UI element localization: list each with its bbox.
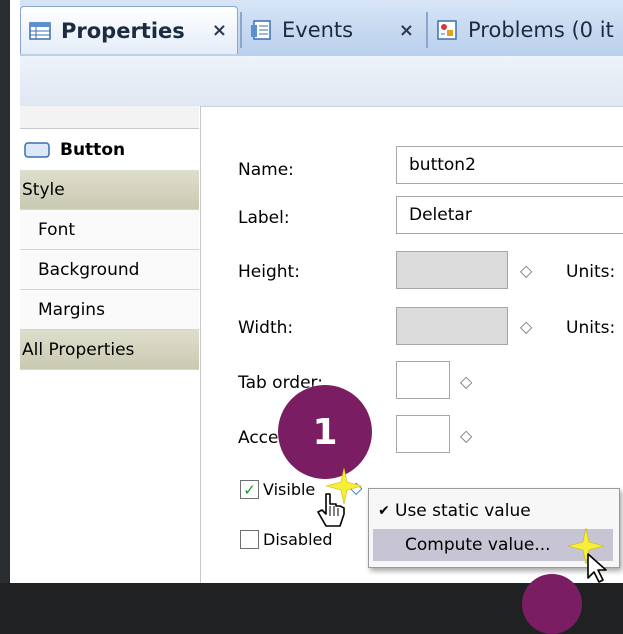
menu-item-label: Compute value... [405,535,551,555]
label-label: Label: [238,208,290,228]
height-label: Height: [238,262,300,282]
accelerator-field[interactable] [396,415,450,453]
sidebar-item-label: Background [38,259,140,280]
button-widget-icon [24,142,50,158]
view-toolbar [20,56,623,107]
visible-label: Visible [263,480,316,499]
arrow-cursor-icon [587,553,607,583]
sidebar-item-background[interactable]: Background [20,250,199,290]
diamond-icon[interactable]: ◇ [460,372,472,391]
tab-events[interactable]: Events × [242,6,424,54]
label-field-value: Deletar [409,205,472,225]
sidebar-title-label: Button [60,140,126,160]
menu-item-use-static-value[interactable]: ✔ Use static value [373,495,613,527]
problems-icon [436,19,458,41]
close-icon[interactable]: × [399,20,414,41]
sidebar-item-label: All Properties [22,339,135,360]
sidebar-title[interactable]: Button [20,130,199,170]
events-list-icon [250,19,272,41]
properties-view-window: Properties × Events × Problems (0 it But… [0,0,623,583]
units-label: Units: [566,262,616,282]
step-number-badge: 1 [278,385,372,479]
step-number: 1 [312,411,338,453]
name-field[interactable]: button2 [396,146,623,184]
units-label: Units: [566,318,616,338]
tab-problems[interactable]: Problems (0 it [428,6,623,54]
sidebar-item-style[interactable]: Style [20,170,199,210]
checkmark-icon: ✔ [378,503,390,519]
visible-checkbox[interactable]: ✓ [240,480,259,499]
tab-properties[interactable]: Properties × [20,6,238,54]
step-number-badge [522,574,582,634]
sidebar-header-strip [20,106,199,129]
tab-order-field[interactable] [396,361,450,399]
sidebar-item-label: Font [38,219,76,240]
menu-item-label: Use static value [395,501,531,521]
sidebar-item-label: Margins [38,299,105,320]
diamond-icon[interactable]: ◇ [520,317,532,336]
accelerator-label: Acce [238,428,279,448]
disabled-checkbox[interactable] [240,530,259,549]
name-field-value: button2 [409,155,476,175]
sidebar-item-all-properties[interactable]: All Properties [20,330,199,370]
close-icon[interactable]: × [212,20,227,41]
diamond-icon[interactable]: ◇ [520,261,532,280]
width-label: Width: [238,318,294,338]
hand-cursor-icon [317,493,345,527]
tab-properties-label: Properties [61,18,185,43]
label-field[interactable]: Deletar [396,196,623,234]
width-field[interactable] [396,307,508,345]
view-tab-bar: Properties × Events × Problems (0 it [20,0,623,57]
tab-events-label: Events [282,18,354,42]
name-label: Name: [238,160,294,180]
height-field[interactable] [396,251,508,289]
properties-table-icon [29,20,51,42]
category-sidebar: Button Style Font Background Margins All… [20,106,201,583]
sidebar-item-label: Style [22,179,65,200]
diamond-icon[interactable]: ◇ [460,426,472,445]
tab-problems-label: Problems (0 it [468,18,614,42]
sidebar-item-font[interactable]: Font [20,210,199,250]
sidebar-item-margins[interactable]: Margins [20,290,199,330]
